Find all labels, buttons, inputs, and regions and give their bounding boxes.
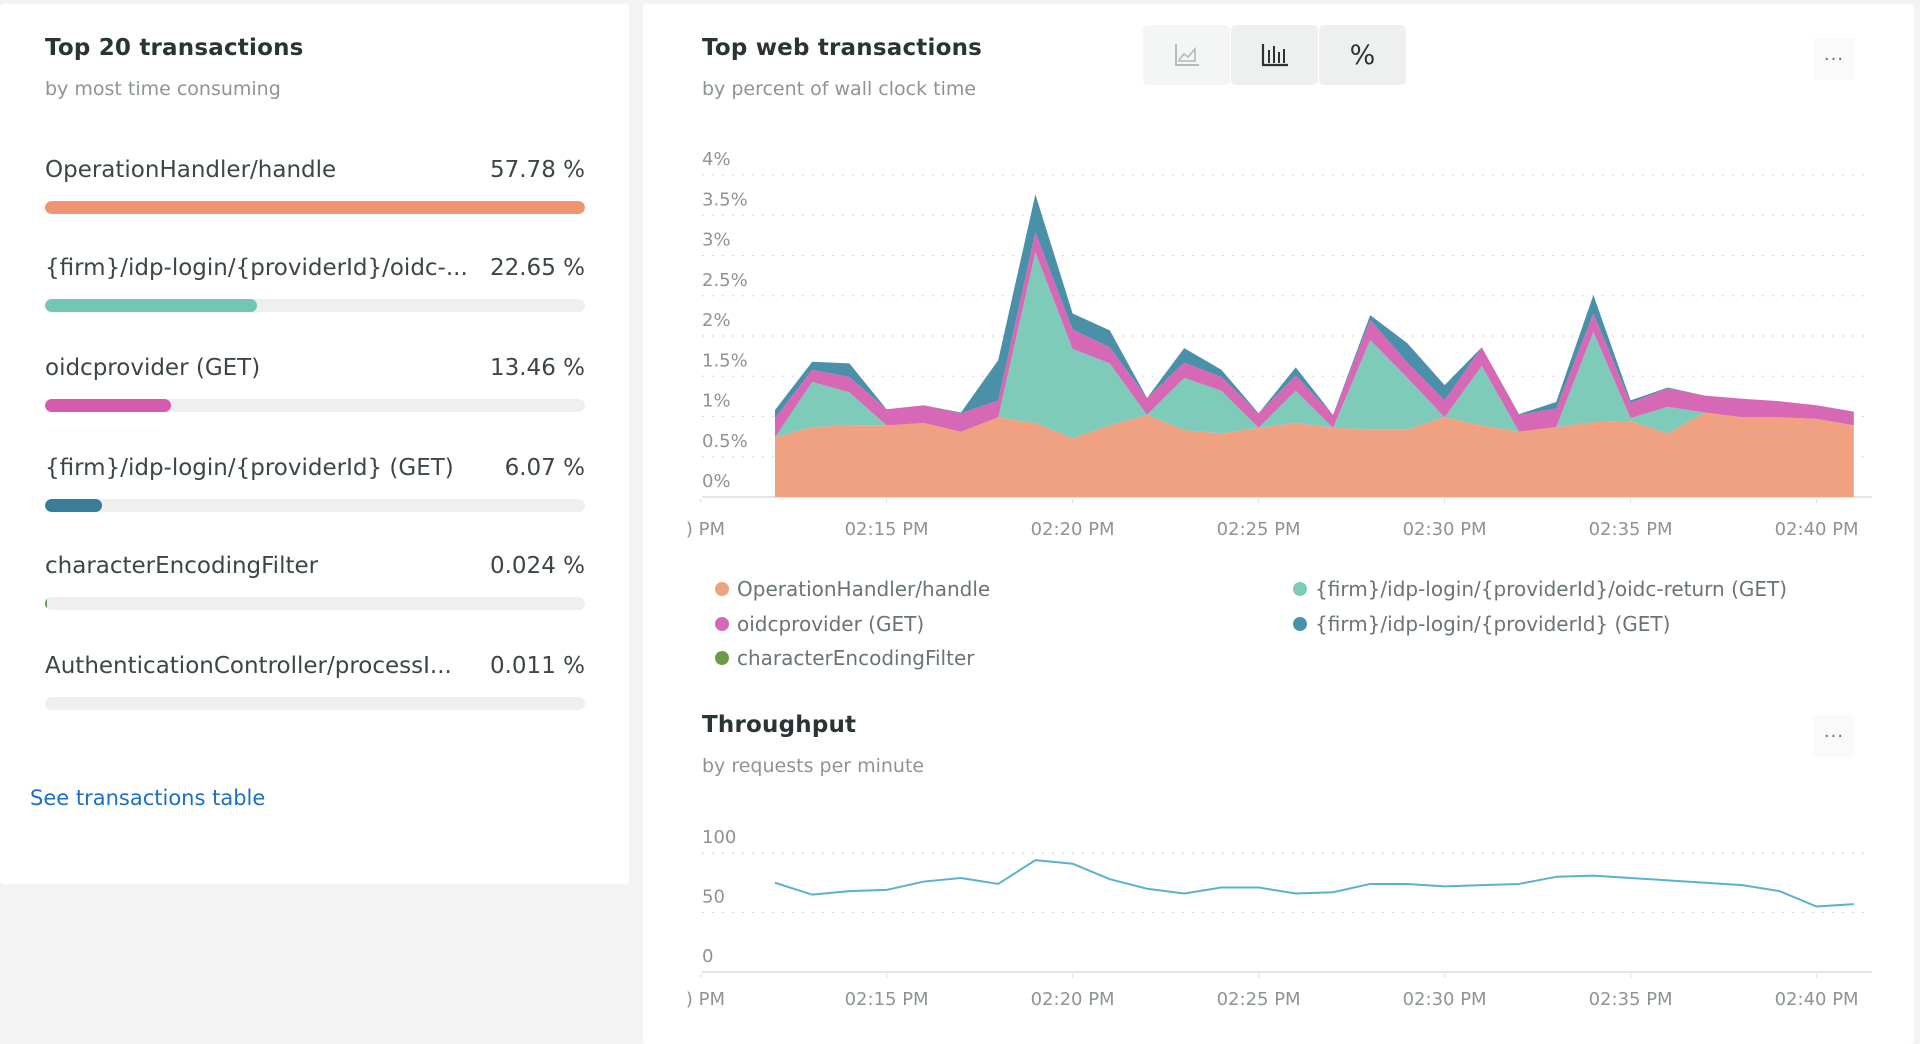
transaction-percent: 13.46 %: [490, 355, 585, 381]
x-tick-label: 02:20 PM: [1031, 989, 1115, 1010]
transaction-percent: 57.78 %: [490, 157, 585, 183]
transaction-bar-fill: [45, 299, 257, 312]
transaction-bar-fill: [45, 499, 102, 512]
x-tick-label: 02:25 PM: [1217, 989, 1301, 1010]
x-tick-label: 02:35 PM: [1589, 989, 1673, 1010]
transaction-bar-fill: [45, 201, 585, 214]
card-subtitle: by most time consuming: [45, 78, 281, 100]
transaction-bar-track: [45, 399, 585, 412]
card-title: Top 20 transactions: [45, 35, 304, 61]
x-tick-label: 02:15 PM: [845, 989, 929, 1010]
see-transactions-table-link[interactable]: See transactions table: [30, 786, 265, 810]
x-tick-label: ) PM: [686, 989, 725, 1010]
transaction-bar-track: [45, 499, 585, 512]
transaction-bar-track: [45, 697, 585, 710]
transaction-row[interactable]: oidcprovider (GET) 13.46 %: [45, 355, 585, 435]
transaction-row[interactable]: {firm}/idp-login/{providerId} (GET) 6.07 …: [45, 455, 585, 535]
transaction-bar-fill: [45, 399, 171, 412]
transaction-row[interactable]: characterEncodingFilter 0.024 %: [45, 553, 585, 633]
x-tick-label: 02:40 PM: [1775, 989, 1859, 1010]
transaction-percent: 0.011 %: [490, 653, 585, 679]
x-tick-label: 02:30 PM: [1403, 989, 1487, 1010]
y-tick-label: 100: [702, 827, 736, 848]
y-tick-label: 50: [702, 887, 725, 908]
transaction-bar-track: [45, 299, 585, 312]
transaction-percent: 0.024 %: [490, 553, 585, 579]
transaction-row[interactable]: AuthenticationController/processI... 0.01…: [45, 653, 585, 733]
throughput-chart: 0 50 100 ) PM 02:15 PM 02:20 PM 02:25 PM 02:30…: [643, 4, 1914, 1044]
transaction-name: {firm}/idp-login/{providerId}/oidc-...: [45, 255, 468, 281]
throughput-line[interactable]: [775, 860, 1854, 906]
transaction-percent: 22.65 %: [490, 255, 585, 281]
transaction-name: {firm}/idp-login/{providerId} (GET): [45, 455, 454, 481]
transaction-bar-fill: [45, 597, 47, 610]
transaction-row[interactable]: OperationHandler/handle 57.78 %: [45, 157, 585, 237]
y-tick-label: 0: [702, 946, 713, 967]
transaction-percent: 6.07 %: [505, 455, 585, 481]
transaction-bar-track: [45, 597, 585, 610]
transaction-name: OperationHandler/handle: [45, 157, 336, 183]
transaction-bar-track: [45, 201, 585, 214]
transaction-row[interactable]: {firm}/idp-login/{providerId}/oidc-... 22…: [45, 255, 585, 335]
transaction-name: AuthenticationController/processI...: [45, 653, 452, 679]
web-transactions-card: Top web transactions by percent of wall …: [643, 4, 1914, 1044]
transaction-name: characterEncodingFilter: [45, 553, 318, 579]
top-transactions-card: Top 20 transactions by most time consumi…: [0, 4, 629, 884]
transaction-name: oidcprovider (GET): [45, 355, 260, 381]
